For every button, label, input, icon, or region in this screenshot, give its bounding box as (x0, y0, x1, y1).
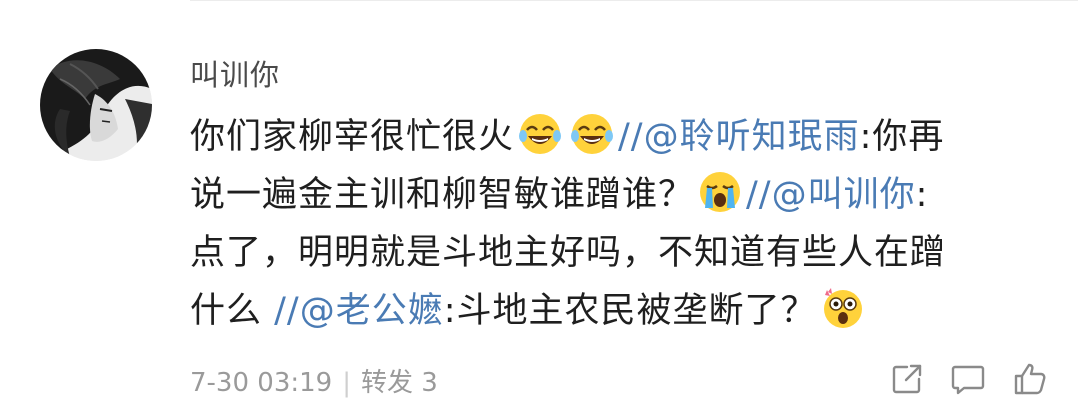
comment-text-segment: : (915, 175, 929, 215)
mention-link[interactable]: @叫训你 (772, 175, 916, 215)
divider (190, 0, 1078, 1)
repost-slashes: // (274, 291, 300, 331)
comment-text-segment: 你们家柳宰很忙很火 (190, 117, 515, 157)
comment-line: 点了，明明就是斗地主好吗，不知道有些人在蹭 (190, 224, 1070, 282)
repost-slashes: // (618, 117, 644, 157)
comment-text: 你们家柳宰很忙很火 //@聆听知珉雨:你再 说一遍金主训和柳智敏谁蹭谁？ //@… (190, 108, 1070, 340)
laugh-cry-emoji (570, 112, 614, 156)
mention-link[interactable]: @老公嬷 (300, 291, 444, 331)
comment-meta: 7-30 03:19 | 转发 3 (190, 362, 438, 399)
forward-count-link[interactable]: 转发 3 (361, 368, 438, 398)
like-icon[interactable] (1012, 362, 1048, 396)
comment-text-segment: :斗地主农民被垄断了？ (443, 291, 817, 331)
action-bar (890, 362, 1048, 396)
comment-text-segment: 点了，明明就是斗地主好吗，不知道有些人在蹭 (190, 233, 947, 273)
laugh-cry-emoji (518, 112, 562, 156)
avatar[interactable] (40, 49, 152, 161)
comment-text-segment: :你再 (859, 117, 945, 157)
repost-slashes: // (746, 175, 772, 215)
comment-line: 什么 //@老公嬷:斗地主农民被垄断了？ (190, 282, 1070, 340)
share-icon[interactable] (890, 362, 924, 396)
comment-card: 叫训你 你们家柳宰很忙很火 //@聆听知珉雨:你再 说一遍金主训和柳智敏谁蹭谁？… (0, 0, 1078, 418)
comment-line: 说一遍金主训和柳智敏谁蹭谁？ //@叫训你: (190, 166, 1070, 224)
shocked-emoji (821, 286, 865, 330)
comment-line: 你们家柳宰很忙很火 //@聆听知珉雨:你再 (190, 108, 1070, 166)
comment-text-segment: 什么 (190, 291, 275, 331)
mention-link[interactable]: @聆听知珉雨 (644, 117, 860, 157)
timestamp: 7-30 03:19 (190, 368, 333, 398)
meta-separator: | (342, 368, 351, 398)
username[interactable]: 叫训你 (190, 52, 280, 94)
comment-icon[interactable] (950, 362, 986, 396)
comment-text-segment: 说一遍金主训和柳智敏谁蹭谁？ (190, 175, 695, 215)
crying-emoji (698, 170, 742, 214)
